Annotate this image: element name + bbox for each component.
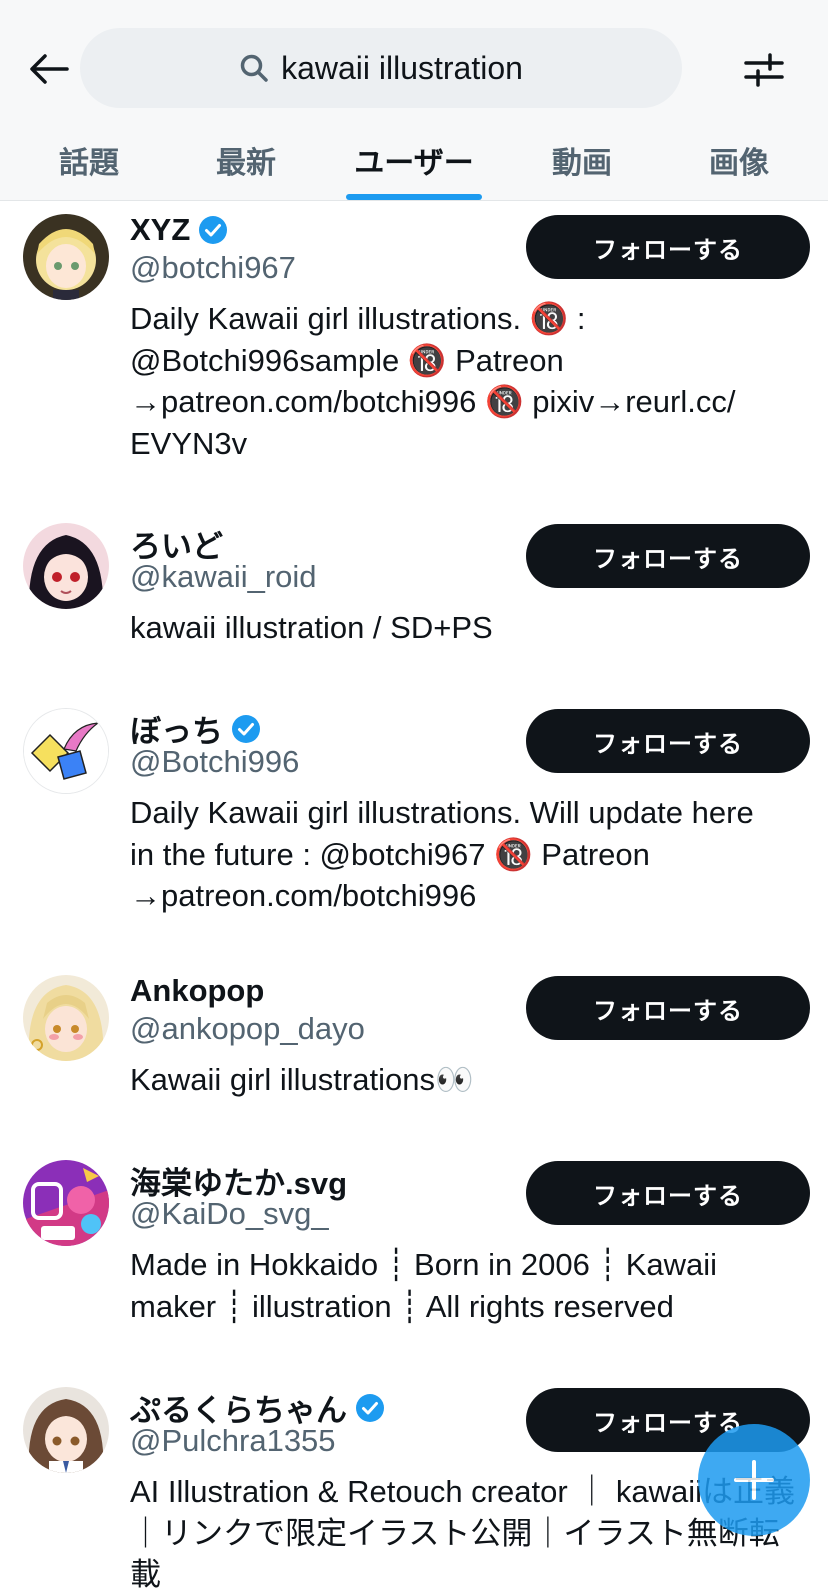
bio-line: →patreon.com/botchi996 🔞 pixiv→reurl.cc/: [130, 384, 736, 419]
avatar[interactable]: [23, 523, 109, 609]
verified-badge-icon: [198, 215, 228, 245]
sliders-icon: [744, 53, 784, 87]
back-button[interactable]: [26, 46, 72, 92]
user-bio: Made in Hokkaido ┊ Born in 2006 ┊ Kawaii…: [130, 1244, 800, 1327]
name-row: XYZ: [130, 212, 228, 248]
user-bio: Daily Kawaii girl illustrations. Will up…: [130, 792, 800, 917]
tab-images[interactable]: 画像: [670, 120, 808, 200]
user-name: XYZ: [130, 212, 191, 247]
follow-button[interactable]: フォローする: [526, 524, 810, 588]
search-settings-button[interactable]: [738, 44, 790, 96]
user-bio: Kawaii girl illustrations👀: [130, 1059, 800, 1101]
name-row: Ankopop: [130, 973, 264, 1009]
user-handle: @Pulchra1355: [130, 1423, 336, 1458]
user-handle: @kawaii_roid: [130, 559, 317, 594]
bio-line: @Botchi996sample 🔞 Patreon: [130, 342, 564, 378]
user-handle: @KaiDo_svg_: [130, 1196, 329, 1231]
user-handle: @Botchi996: [130, 744, 300, 779]
user-handle: @botchi967: [130, 250, 296, 285]
user-name: Ankopop: [130, 973, 265, 1008]
search-query: kawaii illustration: [281, 49, 523, 86]
tab-users[interactable]: ユーザー: [336, 120, 492, 200]
avatar[interactable]: [23, 214, 109, 300]
user-handle: @ankopop_dayo: [130, 1011, 365, 1046]
follow-button[interactable]: フォローする: [526, 1161, 810, 1225]
tab-videos[interactable]: 動画: [512, 120, 652, 200]
avatar[interactable]: [23, 1160, 109, 1246]
verified-badge-icon: [231, 714, 261, 744]
bio-line: ｜リンクで限定イラスト公開｜イラスト無断転載: [130, 1515, 780, 1593]
bio-line: in the future : @botchi967 🔞 Patreon: [130, 836, 650, 872]
user-bio: Daily Kawaii girl illustrations. 🔞 : @Bo…: [130, 298, 800, 464]
plus-icon: [734, 1460, 774, 1500]
search-input[interactable]: kawaii illustration: [80, 28, 682, 108]
bio-line: Made in Hokkaido ┊ Born in 2006 ┊ Kawaii: [130, 1247, 718, 1282]
follow-button[interactable]: フォローする: [526, 976, 810, 1040]
tab-top[interactable]: 話題: [20, 120, 158, 200]
top-bar: kawaii illustration 話題 最新 ユーザー 動画 画像: [0, 0, 828, 201]
search-icon: [239, 53, 269, 83]
compose-button[interactable]: [698, 1424, 810, 1536]
active-tab-indicator: [346, 194, 482, 200]
bio-line: maker ┊ illustration ┊ All rights reserv…: [130, 1288, 674, 1324]
bio-line: EVYN3v: [130, 425, 248, 461]
bio-line: kawaii illustration / SD+PS: [130, 610, 493, 645]
avatar[interactable]: [23, 975, 109, 1061]
verified-badge-icon: [355, 1393, 385, 1423]
avatar[interactable]: [23, 1387, 109, 1473]
bio-line: →patreon.com/botchi996: [130, 878, 477, 913]
tab-latest[interactable]: 最新: [176, 120, 316, 200]
follow-button[interactable]: フォローする: [526, 215, 810, 279]
user-bio: kawaii illustration / SD+PS: [130, 607, 800, 649]
arrow-left-icon: [30, 54, 69, 84]
avatar[interactable]: [23, 708, 109, 794]
follow-button[interactable]: フォローする: [526, 709, 810, 773]
bio-line: Daily Kawaii girl illustrations. Will up…: [130, 795, 754, 830]
bio-line: Kawaii girl illustrations👀: [130, 1062, 474, 1097]
search-tabs: 話題 最新 ユーザー 動画 画像: [0, 120, 828, 200]
bio-line: Daily Kawaii girl illustrations. 🔞 :: [130, 301, 586, 336]
